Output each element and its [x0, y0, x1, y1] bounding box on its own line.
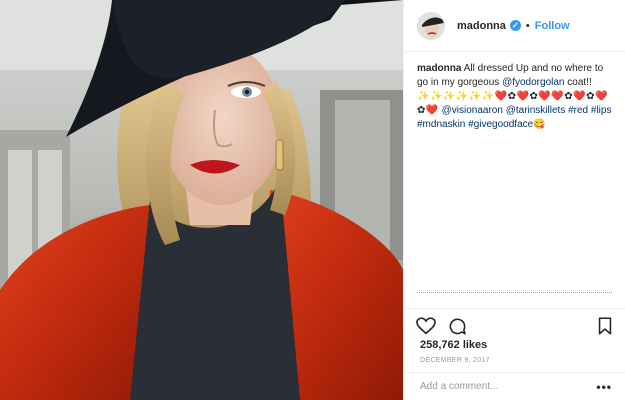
- comment-input[interactable]: [420, 381, 597, 392]
- mention-fyodorgolan[interactable]: @fyodorgolan: [502, 77, 564, 88]
- caption-username[interactable]: madonna: [417, 63, 461, 74]
- portrait-image: [0, 0, 403, 400]
- post-caption: madonna All dressed Up and no where to g…: [404, 52, 625, 302]
- post-actions: [404, 308, 625, 338]
- hashtag-lips[interactable]: #lips: [591, 105, 612, 116]
- post-photo[interactable]: [0, 0, 403, 400]
- mention-tarinskillets[interactable]: @tarinskillets: [506, 105, 566, 116]
- likes-count[interactable]: 258,762 likes: [420, 339, 487, 351]
- avatar-image: [418, 12, 444, 39]
- verified-badge-icon: ✓: [509, 20, 521, 31]
- comment-icon[interactable]: [448, 317, 467, 341]
- post-side-panel: madonna ✓ • Follow madonna All dressed U…: [403, 0, 625, 400]
- follow-button[interactable]: Follow: [535, 20, 570, 32]
- hashtag-red[interactable]: #red: [568, 105, 588, 116]
- avatar[interactable]: [417, 11, 445, 40]
- mention-visionaaron[interactable]: @visionaaron: [442, 105, 503, 116]
- hashtag-givegoodface[interactable]: #givegoodface: [468, 119, 533, 130]
- comments-cutoff-divider: [417, 292, 612, 298]
- comment-bar: •••: [404, 372, 625, 400]
- hashtag-mdnaskin[interactable]: #mdnaskin: [417, 119, 465, 130]
- more-options-icon[interactable]: •••: [596, 380, 612, 394]
- post-header: madonna ✓ • Follow: [404, 0, 625, 52]
- post-date[interactable]: DECEMBER 9, 2017: [420, 357, 490, 364]
- username-link[interactable]: madonna: [457, 20, 506, 32]
- separator-dot: •: [525, 19, 530, 32]
- caption-trailing-emoji: 😋: [533, 119, 546, 130]
- caption-text-2: coat!!: [564, 77, 592, 88]
- bookmark-icon[interactable]: [598, 317, 612, 340]
- heart-icon[interactable]: [416, 317, 436, 340]
